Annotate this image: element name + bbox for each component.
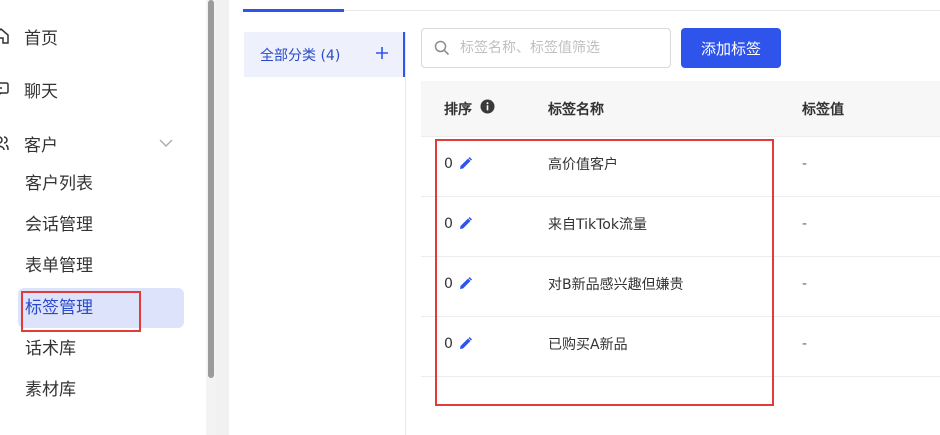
row-sort-value: 0 xyxy=(444,216,453,232)
nav-label-home: 首页 xyxy=(24,28,58,49)
pencil-icon[interactable] xyxy=(458,216,473,231)
sidebar-scrollbar-thumb[interactable] xyxy=(208,0,214,378)
table-row: 0 已购买A新品 - xyxy=(421,317,940,377)
table-row: 0 对B新品感兴趣但嫌贵 - xyxy=(421,257,940,317)
nav-sub-session-manage[interactable]: 会话管理 xyxy=(25,205,93,245)
row-tag-name: 对B新品感兴趣但嫌贵 xyxy=(548,277,684,293)
search-icon xyxy=(434,40,450,56)
row-tag-name: 已购买A新品 xyxy=(548,337,628,353)
nav-sub-tag-manage[interactable]: 标签管理 xyxy=(25,288,93,328)
nav-sub-script-library[interactable]: 话术库 xyxy=(25,329,76,369)
nav-sub-customer-list[interactable]: 客户列表 xyxy=(25,164,93,204)
row-tag-value: - xyxy=(802,216,808,232)
category-panel-border xyxy=(405,32,406,435)
nav-item-customer[interactable]: 客户 xyxy=(0,123,58,163)
nav-item-chat[interactable]: 聊天 xyxy=(0,69,58,109)
chat-icon xyxy=(0,80,10,98)
row-tag-value: - xyxy=(802,336,808,352)
layout-gutter xyxy=(216,0,229,435)
nav-label-chat: 聊天 xyxy=(24,81,58,102)
row-tag-value: - xyxy=(802,156,808,172)
chevron-down-icon[interactable] xyxy=(158,135,174,151)
column-header-tag-name: 标签名称 xyxy=(548,102,604,118)
tab-active-indicator xyxy=(243,9,344,12)
nav-sub-form-manage[interactable]: 表单管理 xyxy=(25,246,93,286)
search-input[interactable] xyxy=(460,37,660,59)
row-sort-value: 0 xyxy=(444,336,453,352)
plus-icon[interactable] xyxy=(374,45,390,61)
nav-label-customer: 客户 xyxy=(24,135,58,156)
nav-sub-material-library[interactable]: 素材库 xyxy=(25,370,76,410)
pencil-icon[interactable] xyxy=(458,156,473,171)
column-header-tag-value: 标签值 xyxy=(802,102,844,118)
table-row: 0 来自TikTok流量 - xyxy=(421,197,940,257)
pencil-icon[interactable] xyxy=(458,336,473,351)
row-tag-value: - xyxy=(802,276,808,292)
table-row: 0 高价值客户 - xyxy=(421,137,940,197)
category-all-label: 全部分类 (4) xyxy=(260,48,341,64)
row-tag-name: 高价值客户 xyxy=(548,157,618,173)
category-item-all[interactable]: 全部分类 (4) xyxy=(244,32,405,77)
row-sort-value: 0 xyxy=(444,156,453,172)
row-sort-value: 0 xyxy=(444,276,453,292)
nav-item-home[interactable]: 首页 xyxy=(0,16,58,56)
row-tag-name: 来自TikTok流量 xyxy=(548,217,647,233)
search-box xyxy=(421,28,671,68)
table-header: 排序 标签名称 标签值 xyxy=(421,81,940,137)
users-icon xyxy=(0,134,10,152)
info-icon[interactable] xyxy=(480,99,495,114)
tab-divider xyxy=(243,10,940,11)
pencil-icon[interactable] xyxy=(458,276,473,291)
sidebar: 首页 聊天 客户 客户列表 会话管理 表单管理 标签管理 话术库 素材库 xyxy=(0,0,206,435)
home-icon xyxy=(0,27,10,45)
add-tag-button[interactable]: 添加标签 xyxy=(681,28,781,68)
column-header-sort[interactable]: 排序 xyxy=(444,99,472,119)
